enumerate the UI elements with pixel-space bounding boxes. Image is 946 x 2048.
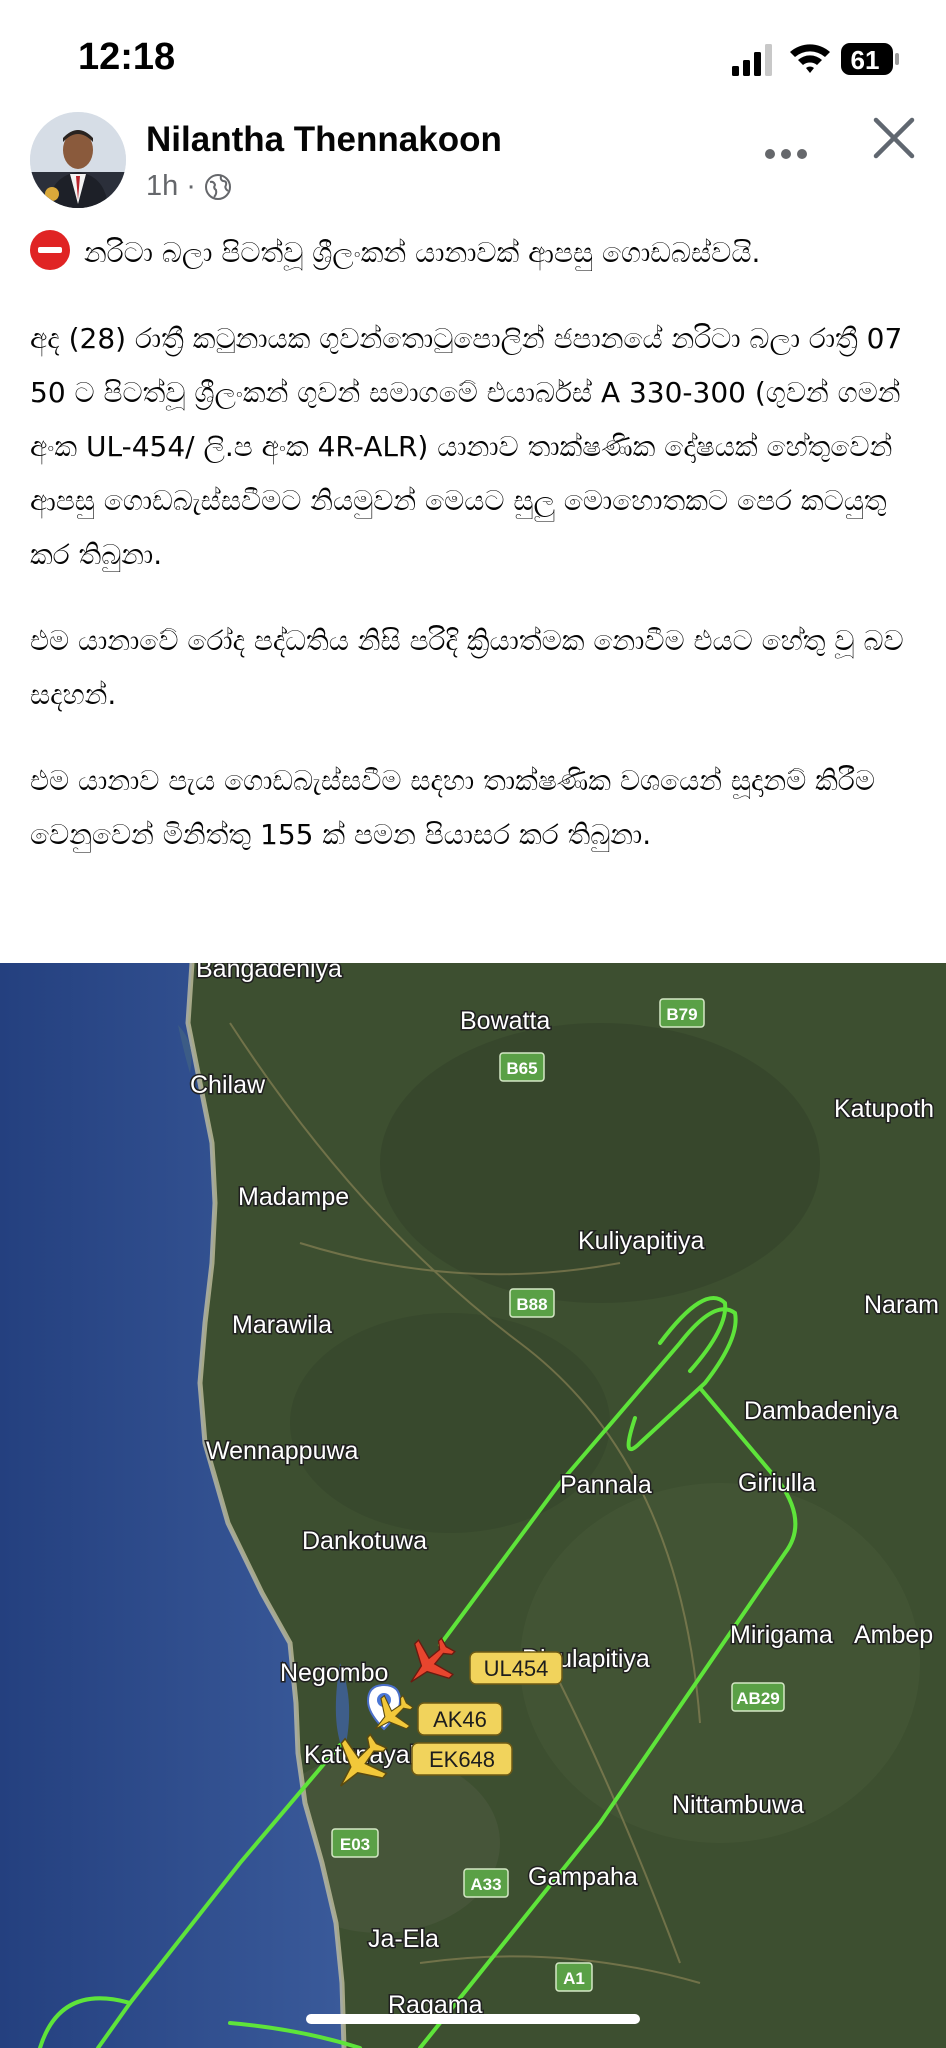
- battery-percentage: 61: [850, 45, 880, 75]
- home-indicator[interactable]: [306, 2014, 640, 2024]
- road-label: B65: [506, 1059, 537, 1078]
- author-avatar[interactable]: [30, 112, 126, 208]
- status-bar: 12:18 61: [0, 0, 946, 110]
- road-label: B79: [666, 1005, 697, 1024]
- close-icon[interactable]: [868, 112, 920, 164]
- post-paragraph: එම යානාව පැය ගොඩබැස්සවීම සදහා තාක්ෂණික ව…: [30, 764, 875, 851]
- place-label: Dankotuwa: [302, 1527, 427, 1555]
- more-options-button[interactable]: [760, 132, 816, 172]
- globe-icon: [204, 173, 231, 200]
- place-label: Gampaha: [528, 1863, 638, 1891]
- post-paragraph: නරිටා බලා පිටත්වූ ශ්‍රීලංකන් යානාවක් ආපස…: [30, 226, 920, 280]
- status-time: 12:18: [78, 36, 176, 78]
- place-label: Kuliyapitiya: [578, 1227, 705, 1255]
- road-label: A1: [563, 1969, 585, 1988]
- post-paragraph: එම යානාවේ රෝද පද්ධතිය නිසි පරිදි ක්‍රියා…: [30, 624, 904, 711]
- road-label: A33: [470, 1875, 501, 1894]
- road-label: B88: [516, 1295, 547, 1314]
- post-paragraph: අද (28) රාත්‍රී කටුනායක ගුවන්තොටුපොලින් …: [30, 322, 903, 571]
- place-label: Negombo: [280, 1659, 388, 1687]
- place-label: Giriulla: [738, 1469, 816, 1497]
- post-timestamp[interactable]: 1h: [146, 170, 178, 203]
- meta-separator: ·: [186, 170, 196, 202]
- author-name[interactable]: Nilantha Thennakoon: [146, 120, 502, 160]
- place-label: Marawila: [232, 1311, 332, 1339]
- place-label: Ambep: [854, 1621, 933, 1649]
- post-meta: 1h ·: [146, 170, 232, 203]
- map-canvas: .pl { font-family:"Liberation Sans", san…: [0, 963, 946, 2048]
- flight-label-ul454: UL454: [484, 1656, 549, 1681]
- place-label: Pannala: [560, 1471, 652, 1499]
- cellular-signal-icon: [732, 44, 772, 76]
- place-label: Katupoth: [834, 1095, 934, 1123]
- place-label: Naram: [864, 1291, 939, 1319]
- place-label: Bangadeniya: [196, 963, 342, 983]
- road-label: AB29: [736, 1689, 779, 1708]
- place-label: Wennappuwa: [206, 1437, 359, 1465]
- flight-label-ek648: EK648: [429, 1747, 495, 1772]
- place-label: Bowatta: [460, 1007, 550, 1035]
- place-label: Mirigama: [730, 1621, 833, 1649]
- place-label: Madampe: [238, 1183, 349, 1211]
- place-label: Ja-Ela: [368, 1925, 439, 1953]
- flight-label-ak46: AK46: [433, 1707, 487, 1732]
- place-label: Chilaw: [190, 1071, 266, 1099]
- post-header: Nilantha Thennakoon 1h ·: [0, 112, 946, 212]
- road-label: E03: [340, 1835, 370, 1854]
- wifi-icon: [790, 44, 830, 73]
- post-headline: නරිටා බලා පිටත්වූ ශ්‍රීලංකන් යානාවක් ආපස…: [84, 236, 761, 269]
- place-label: Nittambuwa: [672, 1791, 804, 1819]
- flight-track-map-image[interactable]: .pl { font-family:"Liberation Sans", san…: [0, 963, 946, 2048]
- post-body: නරිටා බලා පිටත්වූ ශ්‍රීලංකන් යානාවක් ආපස…: [30, 226, 920, 894]
- no-entry-icon: [30, 230, 70, 270]
- place-label: Dambadeniya: [744, 1397, 898, 1425]
